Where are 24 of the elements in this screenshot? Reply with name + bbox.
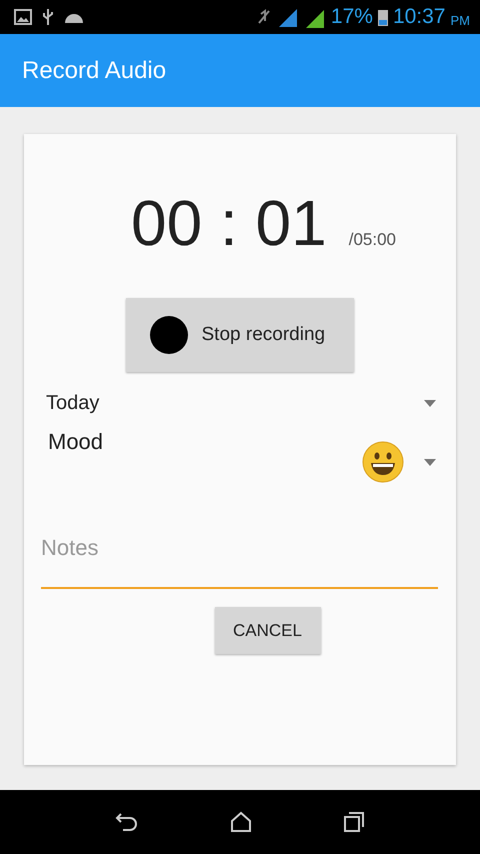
notes-field[interactable]: Notes bbox=[41, 525, 438, 589]
gallery-icon bbox=[14, 9, 32, 25]
usb-icon bbox=[42, 8, 54, 26]
time-limit: /05:00 bbox=[348, 230, 396, 250]
back-icon[interactable] bbox=[115, 812, 140, 832]
stop-recording-button[interactable]: Stop recording bbox=[126, 298, 354, 372]
cancel-button[interactable]: CANCEL bbox=[214, 607, 320, 654]
signal-icon bbox=[276, 7, 299, 27]
clock-period: PM bbox=[450, 12, 470, 28]
recent-apps-icon[interactable] bbox=[342, 811, 365, 833]
clock: 10:37 bbox=[392, 5, 446, 29]
record-dot-icon bbox=[150, 316, 188, 354]
mood-label: Mood bbox=[48, 429, 104, 456]
battery-icon bbox=[378, 8, 388, 26]
elapsed-time: 00 : 01 bbox=[131, 186, 327, 260]
dropdown-icon bbox=[424, 400, 436, 407]
date-spinner[interactable]: Today bbox=[41, 392, 438, 415]
mute-icon bbox=[256, 8, 272, 26]
battery-percent: 17% bbox=[330, 5, 373, 29]
smiley-icon bbox=[362, 441, 404, 483]
home-icon[interactable] bbox=[230, 811, 252, 833]
app-title: Record Audio bbox=[22, 56, 166, 84]
mood-spinner[interactable] bbox=[362, 441, 436, 483]
dropdown-icon bbox=[424, 458, 436, 466]
